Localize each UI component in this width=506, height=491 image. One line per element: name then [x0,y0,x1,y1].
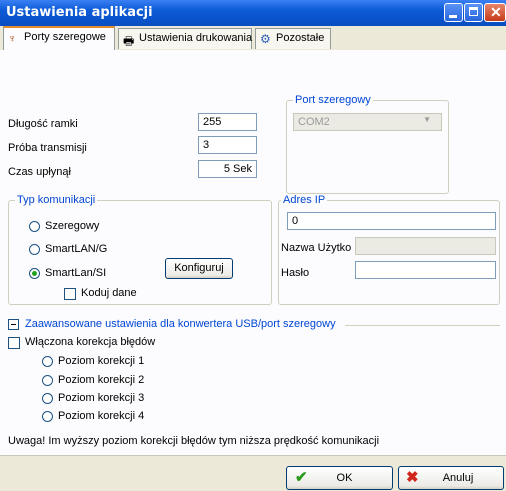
radio-correction-level-3[interactable] [42,393,53,404]
ok-button-label: OK [336,472,353,484]
username-input[interactable] [355,237,496,255]
maximize-icon [469,7,478,16]
tab-serial-ports[interactable]: ♆ Porty szeregowe [3,26,115,51]
cancel-x-icon: ✖ [406,469,419,486]
chevron-down-icon: ▼ [423,115,431,124]
radio-smartlan-si[interactable] [29,268,40,279]
tab-other[interactable]: ⚙ Pozostałe [255,28,331,49]
title-bar: Ustawienia aplikacji ✕ [0,0,506,26]
timeout-input[interactable]: 5 Sek [198,160,257,178]
radio-label-szeregowy: Szeregowy [45,220,100,232]
checkmark-icon: ✔ [295,469,308,486]
correction-level-3-label: Poziom korekcji 3 [58,392,145,404]
frame-length-input[interactable]: 255 [198,113,257,131]
close-icon: ✕ [490,4,502,20]
transmission-attempt-input[interactable]: 3 [198,136,257,154]
radio-correction-level-4[interactable] [42,411,53,422]
tab-label: Ustawienia drukowania [139,32,253,44]
radio-correction-level-2[interactable] [42,375,53,386]
cancel-button-label: Anuluj [442,472,474,484]
tab-panel-serial-ports: Długość ramki 255 Próba transmisji 3 Cza… [0,50,506,455]
advanced-divider [345,325,500,326]
radio-label-smartlan-si: SmartLan/SI [45,267,107,279]
button-bar: ✔ OK ✖ Anuluj [0,455,506,491]
maximize-button[interactable] [464,3,483,22]
comm-type-legend: Typ komunikacji [15,194,98,206]
serial-port-select[interactable]: COM2 ▼ [293,113,442,131]
correction-level-1-label: Poziom korekcji 1 [58,355,145,367]
collapse-toggle[interactable] [8,319,19,330]
error-correction-checkbox[interactable] [8,337,20,349]
serial-port-legend: Port szeregowy [293,94,373,106]
tab-bar: ♆ Porty szeregowe 🖶 Ustawienia drukowani… [0,26,506,51]
tab-print-settings[interactable]: 🖶 Ustawienia drukowania [118,28,252,49]
minus-icon [11,324,16,325]
serial-port-icon: ♆ [8,33,17,45]
radio-szeregowy[interactable] [29,221,40,232]
advanced-header: Zaawansowane ustawienia dla konwertera U… [25,318,336,330]
window-title: Ustawienia aplikacji [6,5,153,20]
radio-correction-level-1[interactable] [42,356,53,367]
timeout-label: Czas upłynął [8,166,71,178]
serial-port-group: Port szeregowy COM2 ▼ [286,94,449,194]
settings-icon: ⚙ [260,32,271,46]
printer-icon: 🖶 [123,34,135,48]
correction-level-2-label: Poziom korekcji 2 [58,374,145,386]
close-button[interactable]: ✕ [484,3,506,22]
comm-type-group: Typ komunikacji Szeregowy SmartLAN/G Sma… [8,194,272,305]
tab-label: Porty szeregowe [24,31,106,43]
minimize-icon [449,15,457,18]
ip-address-group: Adres IP 0 Nazwa Użytko Hasło [278,194,500,305]
cancel-button[interactable]: ✖ Anuluj [398,466,504,490]
ip-address-input[interactable]: 0 [287,212,496,230]
password-label: Hasło [281,267,310,279]
password-input[interactable] [355,261,496,279]
ip-address-legend: Adres IP [281,194,328,206]
frame-length-label: Długość ramki [8,118,78,130]
ok-button[interactable]: ✔ OK [286,466,393,490]
minimize-button[interactable] [444,3,463,22]
configure-button[interactable]: Konfiguruj [165,258,233,279]
username-label: Nazwa Użytko [281,242,352,254]
encode-data-checkbox[interactable] [64,288,76,300]
correction-level-4-label: Poziom korekcji 4 [58,410,145,422]
tab-label: Pozostałe [276,32,325,44]
serial-port-value: COM2 [298,116,330,128]
radio-smartlan-g[interactable] [29,244,40,255]
radio-label-smartlan-g: SmartLAN/G [45,243,108,255]
transmission-attempt-label: Próba transmisji [8,142,87,154]
encode-data-label: Koduj dane [81,287,137,299]
error-correction-label: Włączona korekcja błędów [25,336,156,348]
warning-text: Uwaga! Im wyższy poziom korekcji błędów … [8,435,380,447]
